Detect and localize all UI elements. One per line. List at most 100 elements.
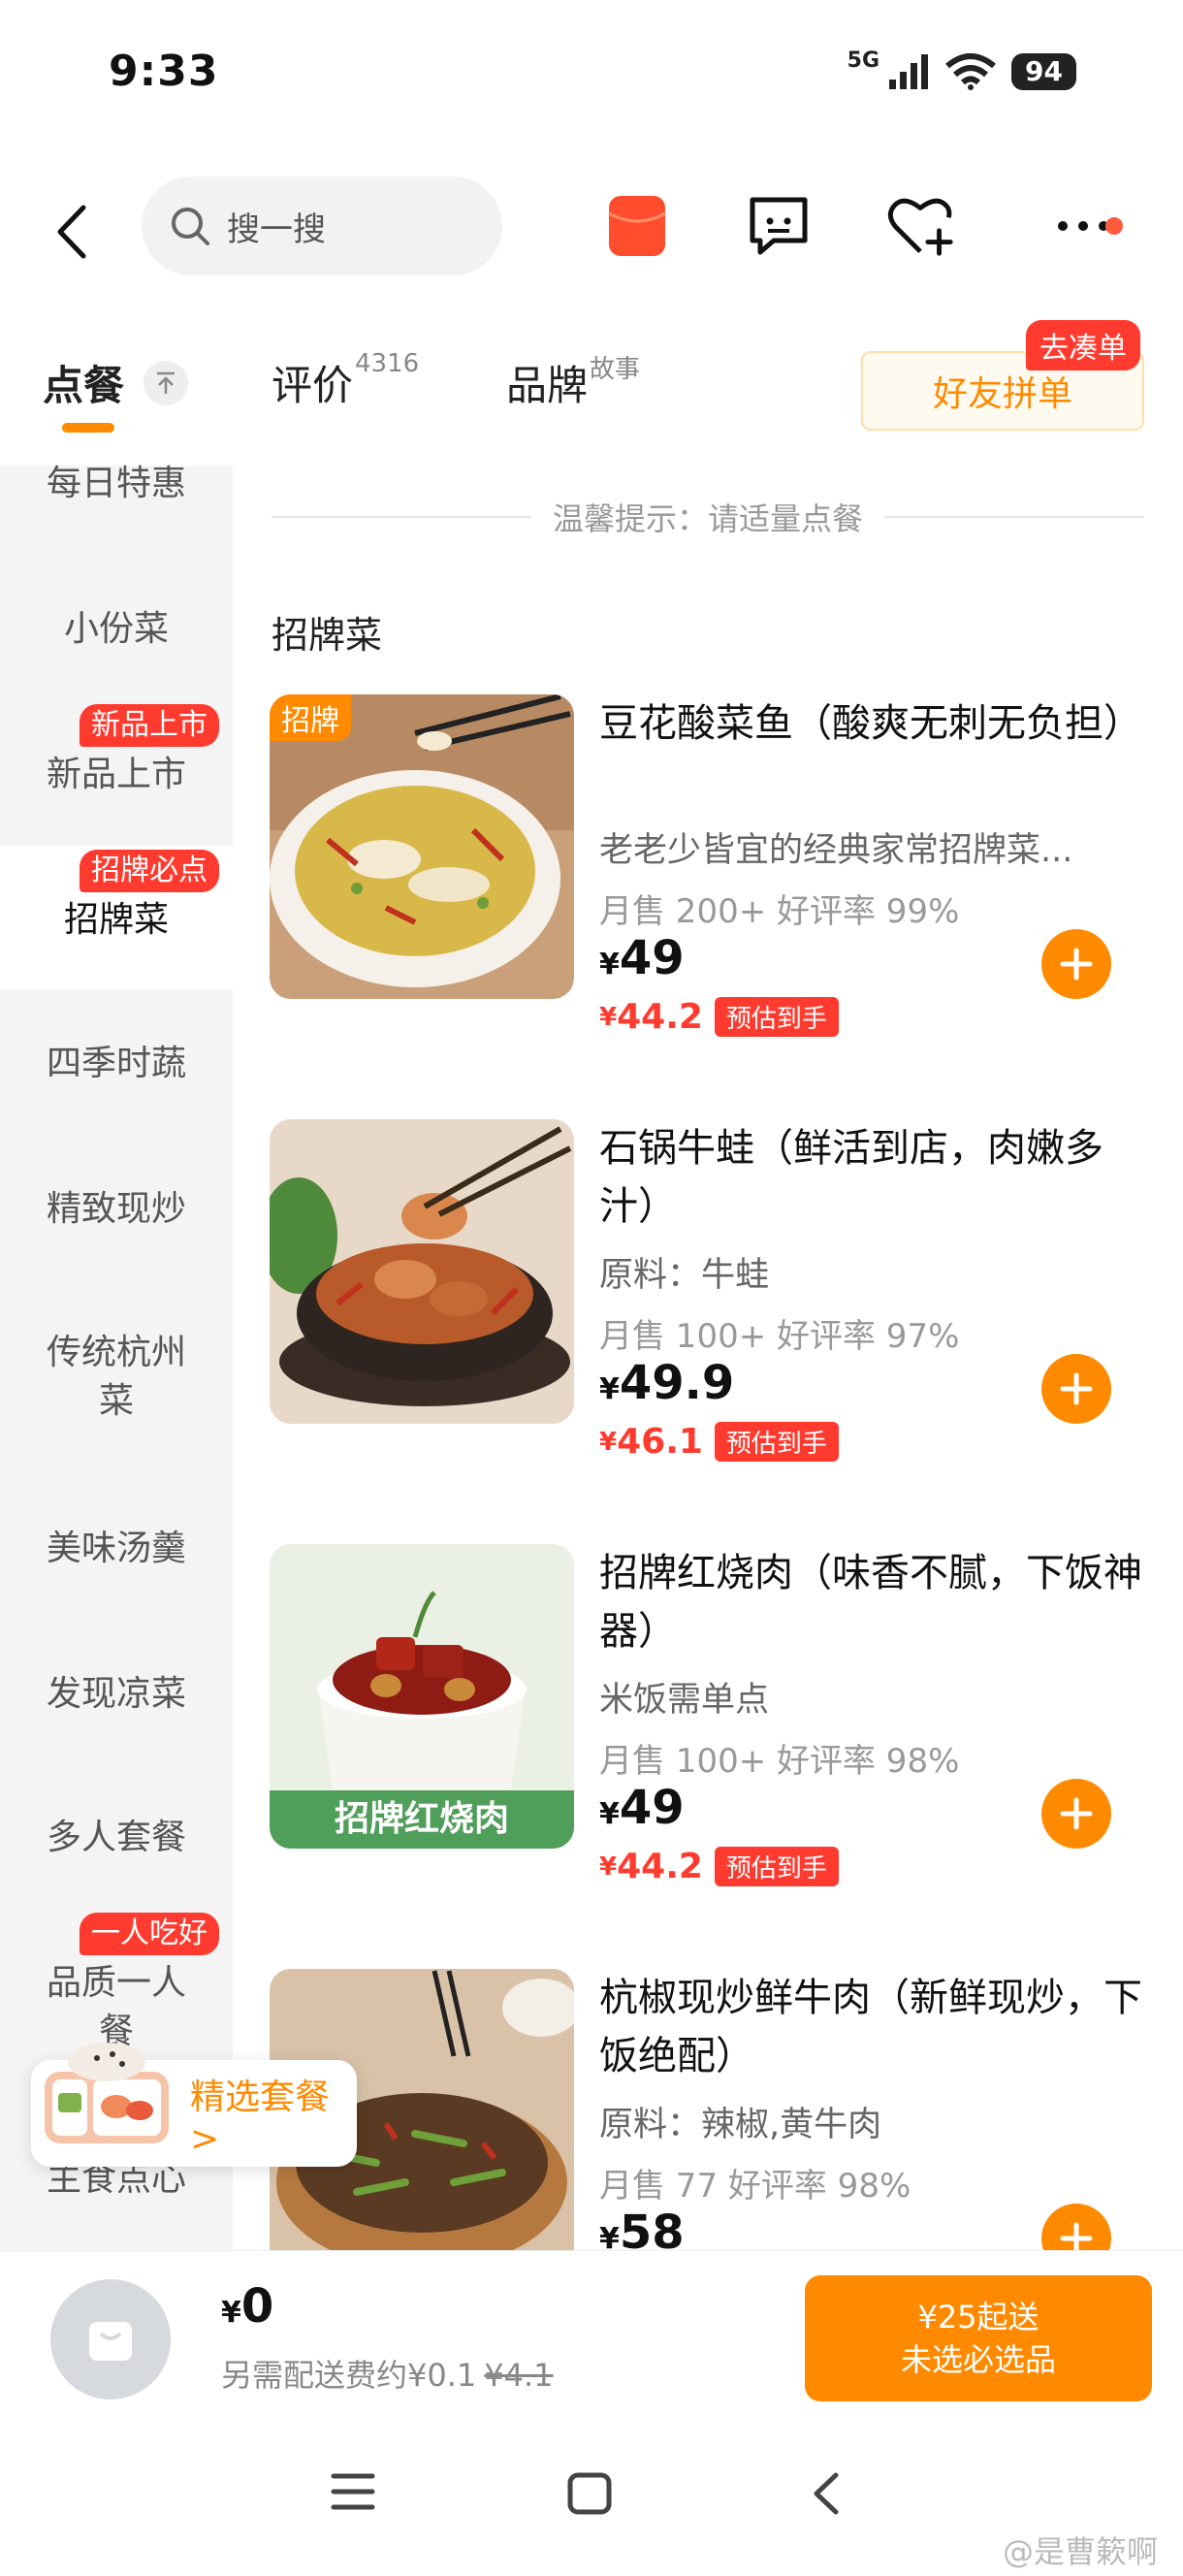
dish-sales: 月售 77 好评率 98% bbox=[599, 2167, 911, 2206]
sidebar-item-group-set[interactable]: 多人套餐 bbox=[0, 1814, 233, 1862]
sidebar-corner bbox=[0, 989, 233, 1028]
search-box[interactable]: 搜一搜 bbox=[142, 177, 502, 275]
currency: ¥ bbox=[599, 1852, 618, 1882]
checkout-button[interactable]: ¥25起送 未选必选品 bbox=[805, 2275, 1152, 2401]
dish-est-price: ¥44.2 预估到手 bbox=[599, 1847, 839, 1886]
est-tag: 预估到手 bbox=[714, 997, 839, 1037]
signal-icon bbox=[889, 54, 929, 89]
sidebar-item-soup[interactable]: 美味汤羹 bbox=[0, 1525, 233, 1573]
sidebar-item-label: 四季时蔬 bbox=[46, 1044, 186, 1083]
combo-label: 精选套餐 > bbox=[190, 2077, 331, 2159]
est-tag: 预估到手 bbox=[714, 1422, 839, 1462]
dish-desc: 原料：辣椒,黄牛肉 bbox=[599, 2106, 882, 2144]
battery-level: 94 bbox=[1011, 53, 1076, 90]
back-button[interactable] bbox=[54, 204, 87, 264]
red-packet-icon bbox=[608, 196, 666, 256]
sidebar-item-new-arrivals[interactable]: 新品上市 bbox=[0, 751, 233, 799]
reminder-tip: 温馨提示：请适量点餐 bbox=[272, 495, 1145, 539]
pin-top-icon bbox=[157, 371, 175, 394]
sidebar-item-seasonal-veg[interactable]: 四季时蔬 bbox=[0, 1040, 233, 1088]
tab-active-indicator bbox=[62, 423, 114, 433]
add-icon bbox=[1060, 1372, 1093, 1405]
currency: ¥ bbox=[221, 2296, 241, 2330]
tab-reviews[interactable]: 评价4316 bbox=[272, 349, 419, 412]
est-price-value: 46.1 bbox=[617, 1422, 703, 1462]
notification-dot bbox=[1105, 217, 1123, 235]
red-packet-button[interactable] bbox=[601, 190, 673, 262]
sidebar-item-label: 小份菜 bbox=[63, 609, 169, 649]
cart-button[interactable] bbox=[50, 2279, 171, 2399]
currency: ¥ bbox=[599, 1427, 618, 1457]
sidebar-item-label: 每日特惠 bbox=[46, 464, 186, 503]
chat-icon bbox=[750, 197, 808, 255]
divider bbox=[272, 516, 531, 518]
sidebar-item-signature[interactable]: 招牌菜 bbox=[0, 896, 233, 945]
friend-order-label: 好友拼单 bbox=[932, 374, 1072, 414]
add-button[interactable] bbox=[1041, 1354, 1111, 1424]
price-value: 49 bbox=[619, 1781, 685, 1835]
dish-desc: 米饭需单点 bbox=[599, 1681, 770, 1720]
price-value: 49.9 bbox=[619, 1356, 735, 1410]
frog-dish-image bbox=[270, 1119, 574, 1424]
dish-image: 招牌红烧肉 bbox=[270, 1544, 574, 1849]
dish-name: 杭椒现炒鲜牛肉（新鲜现炒，下饭绝配） bbox=[599, 1976, 1142, 2078]
sidebar-corner bbox=[0, 807, 233, 846]
dish-price: ¥58 bbox=[599, 2206, 685, 2250]
nav-back-button[interactable] bbox=[811, 2471, 840, 2520]
add-button[interactable] bbox=[1041, 2204, 1111, 2250]
add-button[interactable] bbox=[1041, 1779, 1111, 1849]
favorite-button[interactable] bbox=[886, 190, 958, 262]
menu-button[interactable] bbox=[330, 2471, 376, 2516]
sidebar-item-daily-deals[interactable]: 每日特惠 bbox=[0, 460, 233, 508]
add-button[interactable] bbox=[1041, 929, 1111, 999]
menu-icon bbox=[331, 2473, 375, 2510]
dish-desc: 原料：牛蛙 bbox=[599, 1256, 770, 1295]
price-value: 58 bbox=[619, 2206, 685, 2250]
sidebar-item-hangzhou[interactable]: 传统杭州菜 bbox=[0, 1329, 233, 1426]
est-price-value: 44.2 bbox=[617, 997, 703, 1037]
lunchbox-icon bbox=[45, 2043, 169, 2143]
checkout-line1: ¥25起送 bbox=[917, 2299, 1039, 2335]
dish-sales: 月售 100+ 好评率 97% bbox=[599, 1317, 960, 1356]
dish-sales: 月售 200+ 好评率 99% bbox=[599, 892, 960, 931]
pin-top-button[interactable] bbox=[144, 361, 188, 405]
sidebar-item-small-dishes[interactable]: 小份菜 bbox=[0, 605, 233, 654]
status-icons: 5G 94 bbox=[847, 48, 1076, 91]
dish-price: ¥49 bbox=[599, 1781, 685, 1835]
est-tag: 预估到手 bbox=[714, 1847, 839, 1886]
sidebar-item-cold-dishes[interactable]: 发现凉菜 bbox=[0, 1670, 233, 1719]
delivery-fee-original: ¥4.1 bbox=[484, 2357, 554, 2394]
network-type: 5G bbox=[847, 48, 880, 73]
tab-order[interactable]: 点餐 bbox=[43, 353, 124, 412]
search-placeholder: 搜一搜 bbox=[227, 209, 326, 249]
dish-card[interactable]: 杭椒现炒鲜牛肉（新鲜现炒，下饭绝配） 原料：辣椒,黄牛肉 月售 77 好评率 9… bbox=[270, 1969, 1152, 2250]
dish-sales: 月售 100+ 好评率 98% bbox=[599, 1742, 960, 1781]
currency: ¥ bbox=[599, 1372, 620, 1406]
sidebar-item-stir-fry[interactable]: 精致现炒 bbox=[0, 1185, 233, 1234]
sidebar-item-label: 招牌菜 bbox=[63, 900, 169, 940]
dish-est-price: ¥44.2 预估到手 bbox=[599, 997, 839, 1037]
est-price-value: 44.2 bbox=[617, 1847, 703, 1886]
sidebar-item-label: 精致现炒 bbox=[46, 1189, 186, 1229]
dish-image-banner: 招牌红烧肉 bbox=[270, 1790, 574, 1849]
dish-desc: 老老少皆宜的经典家常招牌菜... bbox=[599, 831, 1073, 870]
cart-total: ¥0 bbox=[221, 2279, 273, 2334]
dish-name: 豆花酸菜鱼（酸爽无刺无负担） bbox=[599, 701, 1142, 746]
currency: ¥ bbox=[599, 1002, 618, 1032]
tab-brand-sup: 故事 bbox=[590, 355, 641, 384]
sidebar-item-label: 新品上市 bbox=[46, 755, 186, 794]
friend-order-tag: 去凑单 bbox=[1026, 320, 1140, 370]
chat-button[interactable] bbox=[743, 190, 815, 262]
home-button[interactable] bbox=[566, 2471, 613, 2520]
tab-reviews-label: 评价 bbox=[272, 362, 354, 409]
dish-card[interactable]: 招牌 豆花酸菜鱼（酸爽无刺无负担） 老老少皆宜的经典家常招牌菜... 月售 20… bbox=[270, 694, 1152, 1037]
dish-price: ¥49.9 bbox=[599, 1356, 734, 1410]
sidebar-badge: 新品上市 bbox=[80, 704, 219, 747]
section-title: 招牌菜 bbox=[272, 614, 383, 657]
tab-brand[interactable]: 品牌故事 bbox=[506, 353, 640, 412]
dish-card[interactable]: 石锅牛蛙（鲜活到店，肉嫩多汁） 原料：牛蛙 月售 100+ 好评率 97% ¥4… bbox=[270, 1119, 1152, 1462]
dish-card-clip: 杭椒现炒鲜牛肉（新鲜现炒，下饭绝配） 原料：辣椒,黄牛肉 月售 77 好评率 9… bbox=[270, 1969, 1183, 2250]
dish-card[interactable]: 招牌红烧肉 招牌红烧肉（味香不腻，下饭神器） 米饭需单点 月售 100+ 好评率… bbox=[270, 1544, 1152, 1886]
delivery-fee: 另需配送费约¥0.1 ¥4.1 bbox=[221, 2351, 554, 2396]
reminder-text: 温馨提示：请适量点餐 bbox=[553, 500, 864, 537]
